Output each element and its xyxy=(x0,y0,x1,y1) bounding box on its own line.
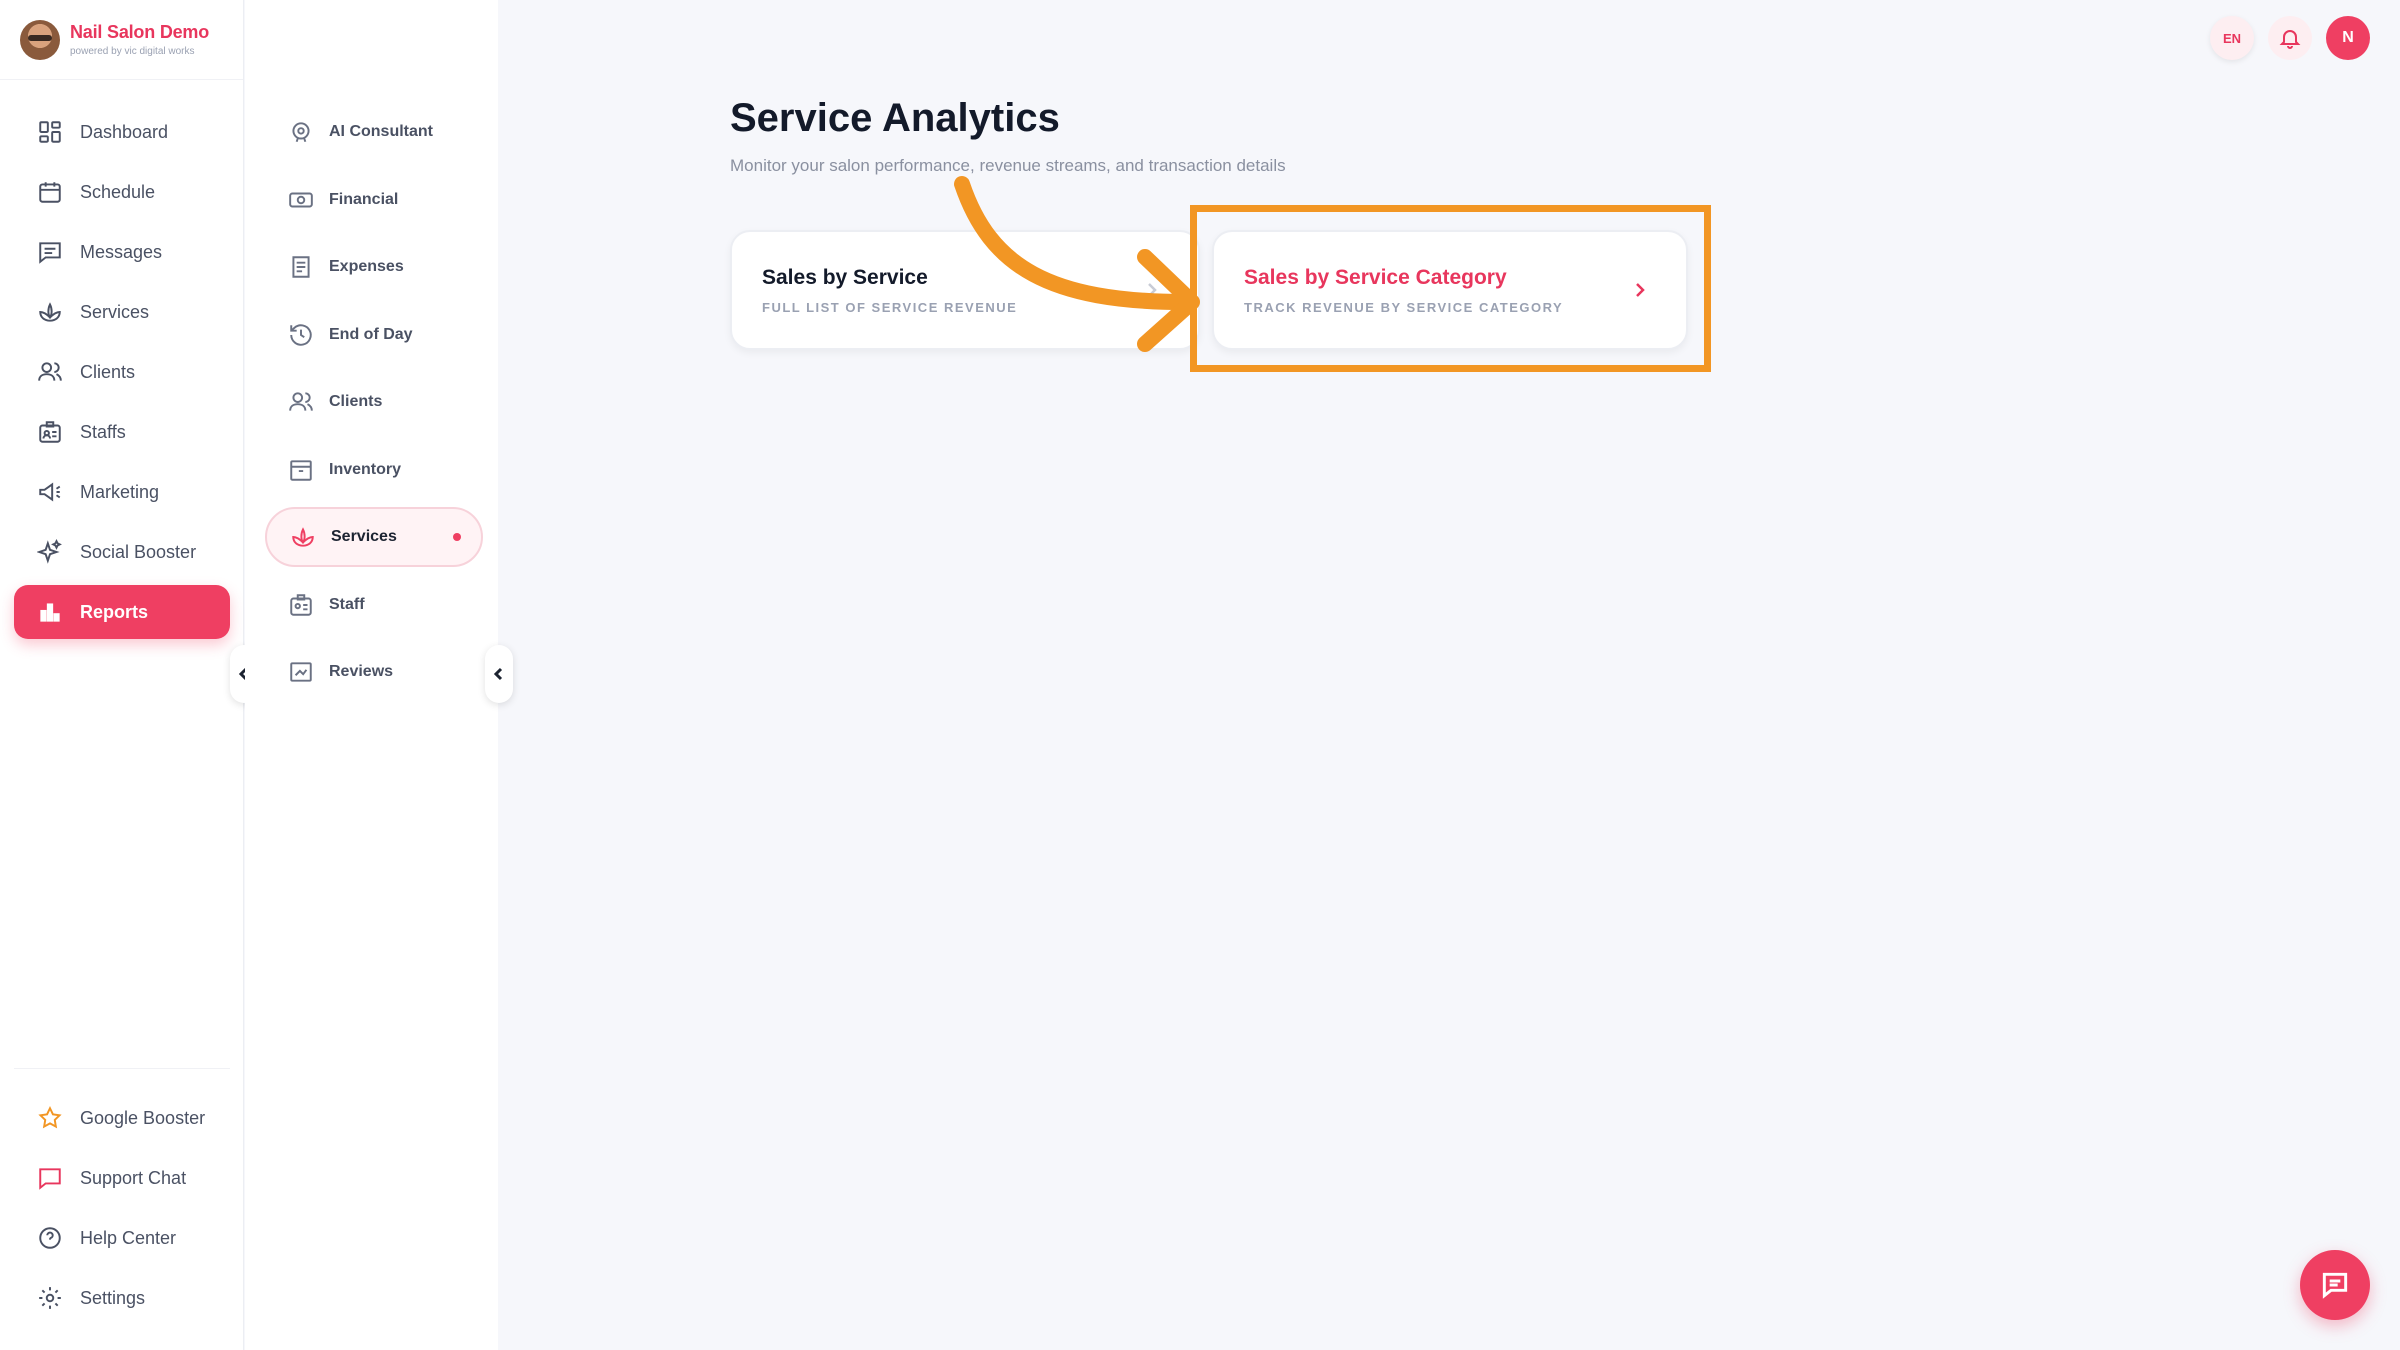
sidebar-item-staffs[interactable]: Staffs xyxy=(14,405,230,459)
money-icon xyxy=(287,186,315,214)
brand-tagline: powered by vic digital works xyxy=(70,46,195,57)
sidebar-item-label: Messages xyxy=(80,241,163,262)
subnav-item-ai-consultant[interactable]: AI Consultant xyxy=(265,102,483,162)
id-badge-icon xyxy=(287,591,315,619)
subnav-item-reviews[interactable]: Reviews xyxy=(265,642,483,702)
users-icon xyxy=(36,358,64,386)
id-badge-icon xyxy=(36,418,64,446)
sidebar-item-support-chat[interactable]: Support Chat xyxy=(14,1151,230,1205)
sidebar-item-label: Google Booster xyxy=(80,1107,206,1128)
dashboard-icon xyxy=(36,118,64,146)
bar-chart-icon xyxy=(36,598,64,626)
message-icon xyxy=(36,238,64,266)
subnav-item-clients[interactable]: Clients xyxy=(265,372,483,432)
chat-widget-button[interactable] xyxy=(2300,1250,2370,1320)
subnav-item-services[interactable]: Services xyxy=(265,507,483,567)
chevron-left-icon xyxy=(493,667,503,681)
sidebar-item-clients[interactable]: Clients xyxy=(14,345,230,399)
subnav-item-label: Reviews xyxy=(329,663,394,680)
language-switcher[interactable]: EN xyxy=(2210,16,2254,60)
brand[interactable]: Nail Salon Demo powered by vic digital w… xyxy=(0,0,243,80)
gear-icon xyxy=(36,1284,64,1312)
subnav-item-staff[interactable]: Staff xyxy=(265,575,483,635)
users-icon xyxy=(287,388,315,416)
sidebar-item-label: Schedule xyxy=(80,181,156,202)
sparkles-icon xyxy=(36,538,64,566)
subnav-item-label: AI Consultant xyxy=(329,123,433,140)
archive-icon xyxy=(287,456,315,484)
sidebar-item-google-booster[interactable]: Google Booster xyxy=(14,1091,230,1145)
star-icon xyxy=(36,1104,64,1132)
active-indicator-dot xyxy=(453,533,461,541)
brand-name: Nail Salon Demo xyxy=(70,22,210,42)
subnav-item-label: Clients xyxy=(329,393,383,410)
brand-avatar xyxy=(20,19,60,60)
subnav-item-label: Staff xyxy=(329,595,365,613)
calendar-icon xyxy=(36,178,64,206)
page-title: Service Analytics xyxy=(730,96,1060,140)
header-actions: EN N xyxy=(2210,16,2370,60)
sidebar-item-label: Support Chat xyxy=(80,1167,187,1188)
sidebar-item-label: Staffs xyxy=(80,421,126,442)
sidebar-item-schedule[interactable]: Schedule xyxy=(14,165,230,219)
megaphone-icon xyxy=(36,478,64,506)
review-icon xyxy=(287,658,315,686)
primary-sidebar: Nail Salon Demo powered by vic digital w… xyxy=(0,0,244,1350)
history-icon xyxy=(287,321,315,349)
help-icon xyxy=(36,1224,64,1252)
subnav-item-end-of-day[interactable]: End of Day xyxy=(265,305,483,365)
sidebar-item-label: Help Center xyxy=(80,1227,177,1248)
subnav-item-label: Services xyxy=(331,528,397,545)
sidebar-item-reports[interactable]: Reports xyxy=(14,585,230,639)
subnav-item-label: End of Day xyxy=(329,325,413,343)
pointer-arrow xyxy=(954,176,1200,352)
sidebar-item-label: Reports xyxy=(80,601,149,622)
sidebar-item-marketing[interactable]: Marketing xyxy=(14,465,230,519)
subnav-item-label: Expenses xyxy=(329,258,404,275)
sidebar-item-label: Services xyxy=(80,301,150,322)
collapse-subnav-button[interactable] xyxy=(485,645,513,703)
sidebar-item-dashboard[interactable]: Dashboard xyxy=(14,105,230,159)
sidebar-item-settings[interactable]: Settings xyxy=(14,1271,230,1325)
main-nav: Dashboard Schedule Messages Services Cli… xyxy=(14,105,230,645)
highlight-box xyxy=(1190,205,1711,372)
user-avatar[interactable]: N xyxy=(2326,16,2370,60)
sidebar-item-label: Settings xyxy=(80,1287,146,1308)
bottom-nav: Google Booster Support Chat Help Center … xyxy=(14,1068,230,1331)
ai-icon xyxy=(287,118,315,146)
sidebar-item-help-center[interactable]: Help Center xyxy=(14,1211,230,1265)
lotus-icon xyxy=(289,523,317,551)
sidebar-item-label: Marketing xyxy=(80,481,160,502)
sidebar-item-label: Clients xyxy=(80,361,136,382)
receipt-icon xyxy=(287,253,315,281)
subnav-item-financial[interactable]: Financial xyxy=(265,170,483,230)
sidebar-item-social-booster[interactable]: Social Booster xyxy=(14,525,230,579)
sidebar-item-messages[interactable]: Messages xyxy=(14,225,230,279)
notifications-button[interactable] xyxy=(2268,16,2312,60)
reports-subnav: AI Consultant Financial Expenses End of … xyxy=(245,0,498,1350)
sidebar-item-services[interactable]: Services xyxy=(14,285,230,339)
sidebar-item-label: Dashboard xyxy=(80,121,169,142)
subnav-item-expenses[interactable]: Expenses xyxy=(265,237,483,297)
chat-icon xyxy=(36,1164,64,1192)
subnav-item-label: Inventory xyxy=(329,460,402,478)
sidebar-item-label: Social Booster xyxy=(80,541,197,562)
bell-icon xyxy=(2279,30,2301,49)
lotus-icon xyxy=(36,298,64,326)
subnav-item-inventory[interactable]: Inventory xyxy=(265,440,483,500)
subnav-item-label: Financial xyxy=(329,190,399,208)
chat-icon xyxy=(2322,1272,2348,1299)
